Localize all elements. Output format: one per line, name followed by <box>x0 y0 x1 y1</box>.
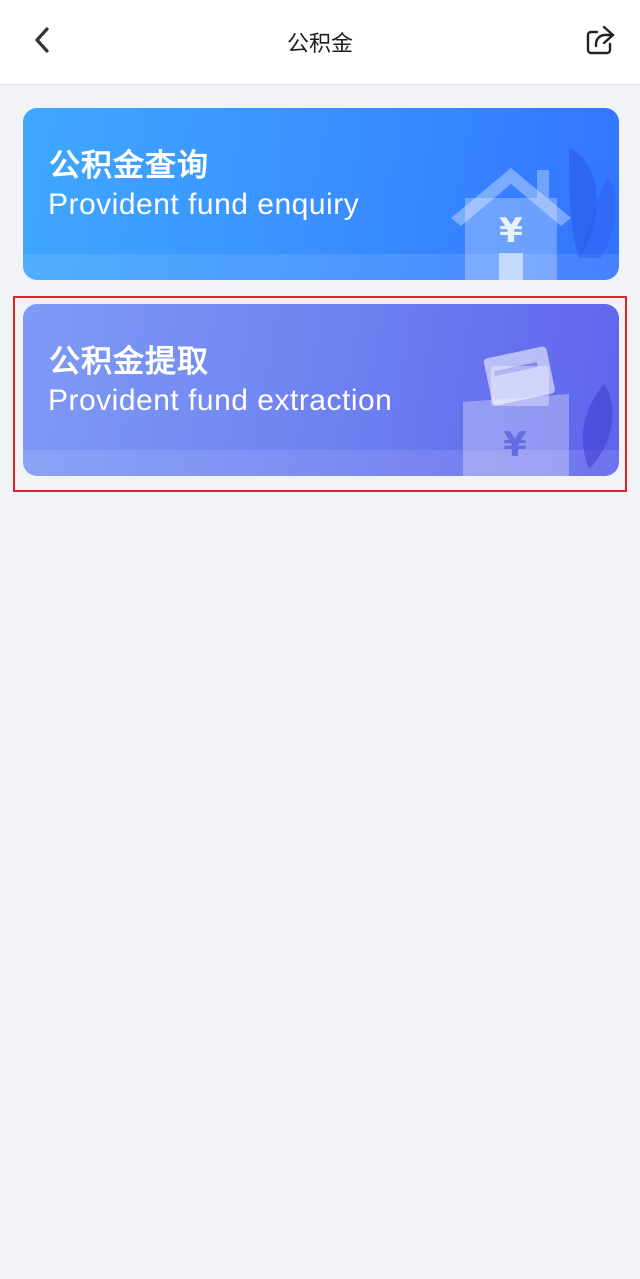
share-button[interactable] <box>580 22 620 62</box>
top-bar: 公积金 <box>0 0 640 84</box>
card-fund-extraction[interactable]: 公积金提取 Provident fund extraction ¥ <box>23 304 619 476</box>
share-icon <box>583 23 617 61</box>
card-fund-enquiry[interactable]: 公积金查询 Provident fund enquiry ¥ <box>23 108 619 280</box>
svg-text:¥: ¥ <box>503 425 527 465</box>
house-yen-icon: ¥ <box>429 108 619 280</box>
card-title-cn: 公积金提取 <box>49 344 209 380</box>
card-title-en: Provident fund extraction <box>48 384 393 417</box>
card-title-en: Provident fund enquiry <box>48 188 360 221</box>
card-title-cn: 公积金查询 <box>49 148 209 184</box>
page-title: 公积金 <box>286 32 353 57</box>
wallet-yen-icon: ¥ <box>429 304 619 476</box>
svg-text:¥: ¥ <box>499 211 523 251</box>
